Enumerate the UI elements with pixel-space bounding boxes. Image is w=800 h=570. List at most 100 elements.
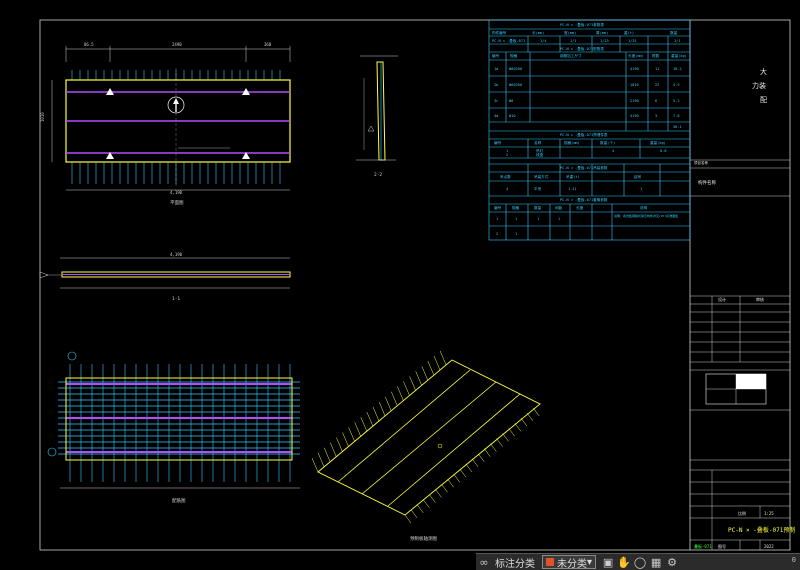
t2-r1-5: 4.9 [673, 83, 680, 87]
annotation-group-button[interactable]: 标注分类 [492, 555, 538, 570]
t2-r3-4: 3 [655, 114, 657, 118]
t5-note: 说明：叠合板钢筋桁架及构件详见(PC)标准图集 [614, 213, 678, 218]
t2-h1: 规格 [510, 53, 518, 58]
t2-h0: 编号 [492, 53, 500, 58]
t2-r2-3: 2190 [630, 99, 639, 103]
status-bar: ∞ 标注分类 未分类 ▾ ▣ ✋ ◯ ▦ ⚙ [476, 553, 800, 570]
t2-h5: 重量(kg) [671, 53, 687, 58]
t4-h1: 吊装方式 [534, 174, 549, 179]
t3-r0-4: 0.8 [660, 149, 667, 153]
t2-r1-1: Φ6@200 [509, 83, 522, 87]
t2-r2-0: 3c [494, 99, 498, 103]
scale-label: 比例 [738, 510, 746, 516]
t4-r4: 1 [640, 187, 642, 191]
t1-c5: 1/1 [674, 39, 681, 43]
t2-title: PC-N × -叠板-071配筋表 [560, 46, 604, 51]
t1-c1: 1/4 [540, 39, 547, 43]
t1-h1: 长(mm) [532, 30, 544, 35]
t4-title: PC-N × -叠板-071吊装参数 [560, 165, 608, 170]
annotation-icon[interactable]: ∞ [476, 554, 492, 570]
t1-c2: 1/1 [570, 39, 577, 43]
t5-r0-0: 1 [496, 217, 498, 221]
t2-r2-1: Φ8 [509, 99, 513, 103]
t5-h4: 长度 [576, 205, 584, 210]
plan-dim-3: 360 [264, 42, 272, 47]
settings-icon[interactable]: ⚙ [664, 554, 680, 570]
t3-title: PC-N × -叠板-071预埋件表 [560, 132, 608, 137]
t1-h4: 重(t) [624, 30, 634, 35]
company-char-2: 力装 [752, 81, 766, 90]
t5-r0-2: 1 [537, 217, 539, 221]
t2-h3: 长度(mm) [628, 53, 644, 58]
rebar-view-label: 配筋图 [172, 497, 186, 504]
t5-title: PC-N × -叠板-071套筒参数 [560, 197, 608, 202]
t2-r0-1: Φ8@200 [509, 67, 522, 71]
t1-h2: 宽(mm) [564, 30, 576, 35]
t1-h3: 厚(mm) [596, 30, 608, 35]
t2-h4: 根数 [652, 53, 660, 58]
t3-r1-1: 线盒 [536, 152, 544, 157]
t2-r0-5: 18.2 [673, 67, 682, 71]
t2-total: 36.1 [673, 125, 682, 129]
t2-r3-5: 7.8 [673, 114, 680, 118]
plan-total-dim: 4,190 [170, 190, 183, 195]
t3-r0-3: 4 [612, 149, 614, 153]
cad-viewport[interactable]: 86.5 2490 360 4,190 1010 平面图 2-2 4,190 1… [0, 0, 800, 569]
section-total-dim: 4,190 [170, 252, 183, 257]
zoom-extents-icon[interactable]: ▣ [600, 554, 616, 570]
t3-h0: 编号 [494, 140, 502, 145]
t3-r1-0: 2 [506, 153, 508, 157]
sign-right: 审核 [756, 296, 764, 302]
t1-c0: PC-N × -叠板-071 [492, 38, 525, 43]
t2-r3-1: Φ10 [509, 114, 516, 118]
t5-h3: 间距 [555, 205, 563, 210]
t2-r0-3: 4190 [630, 67, 639, 71]
project-note: 项目名称 [694, 160, 708, 165]
t3-h3: 数量(个) [600, 140, 615, 145]
t4-h2: 吊重(t) [566, 174, 580, 179]
drawing-title: PC-N × -叠板-071预制 [728, 526, 795, 534]
pan-icon[interactable]: ✋ [616, 554, 632, 570]
t1-h0: 构件编号 [492, 30, 507, 35]
drawing-code: 叠板-071 [694, 543, 712, 549]
t3-h1: 名称 [534, 140, 542, 145]
category-select[interactable]: 未分类 ▾ [542, 555, 597, 570]
scale-value: 1:25 [764, 511, 774, 516]
t5-h2: 数量 [534, 205, 542, 210]
t5-r0-3: 1 [558, 217, 560, 221]
t4-h0: 吊点数 [500, 174, 511, 179]
drawing-name-label: 构件名称 [698, 179, 716, 186]
category-color-swatch [546, 558, 554, 566]
sheet-label: 图号 [718, 543, 726, 549]
t2-h2: 钢筋加工尺寸 [560, 53, 582, 58]
t4-r1: 平吊 [534, 186, 542, 191]
t5-r0-1: 1 [515, 217, 517, 221]
plan-width-dim: 1010 [40, 112, 45, 122]
t3-h4: 重量(kg) [650, 140, 666, 145]
t1-title: PC-N × -叠板-071参数表 [560, 22, 604, 27]
t5-h5: 说明 [640, 205, 648, 210]
section-view-label: 1-1 [172, 296, 180, 302]
t3-h2: 规格(mm) [564, 140, 580, 145]
compass-icon[interactable]: ◯ [632, 554, 648, 570]
layers-icon[interactable]: ▦ [648, 554, 664, 570]
t2-r1-0: 2b [494, 83, 498, 87]
t5-h0: 编号 [494, 205, 502, 210]
t2-r0-0: 1a [494, 67, 498, 71]
plan-dim-2: 2490 [172, 42, 182, 47]
t5-r1-1: 1 [515, 232, 517, 236]
t2-r2-5: 5.2 [673, 99, 680, 103]
t2-r2-4: 6 [655, 99, 657, 103]
iso-view-label: 预制板轴测图 [410, 535, 437, 542]
t2-r0-4: 11 [655, 67, 659, 71]
plan-view-label: 平面图 [170, 200, 184, 206]
t2-r1-3: 1010 [630, 83, 639, 87]
t1-c3: 1/23 [600, 39, 609, 43]
plan-dim-1: 86.5 [84, 42, 94, 47]
t4-r0: 4 [506, 187, 508, 191]
chevron-down-icon: ▾ [587, 556, 593, 568]
sheet-value: 2022 [764, 544, 774, 549]
t5-r1-0: 2 [496, 232, 498, 236]
t5-h1: 规格 [512, 205, 520, 210]
category-select-value: 未分类 [557, 558, 587, 570]
